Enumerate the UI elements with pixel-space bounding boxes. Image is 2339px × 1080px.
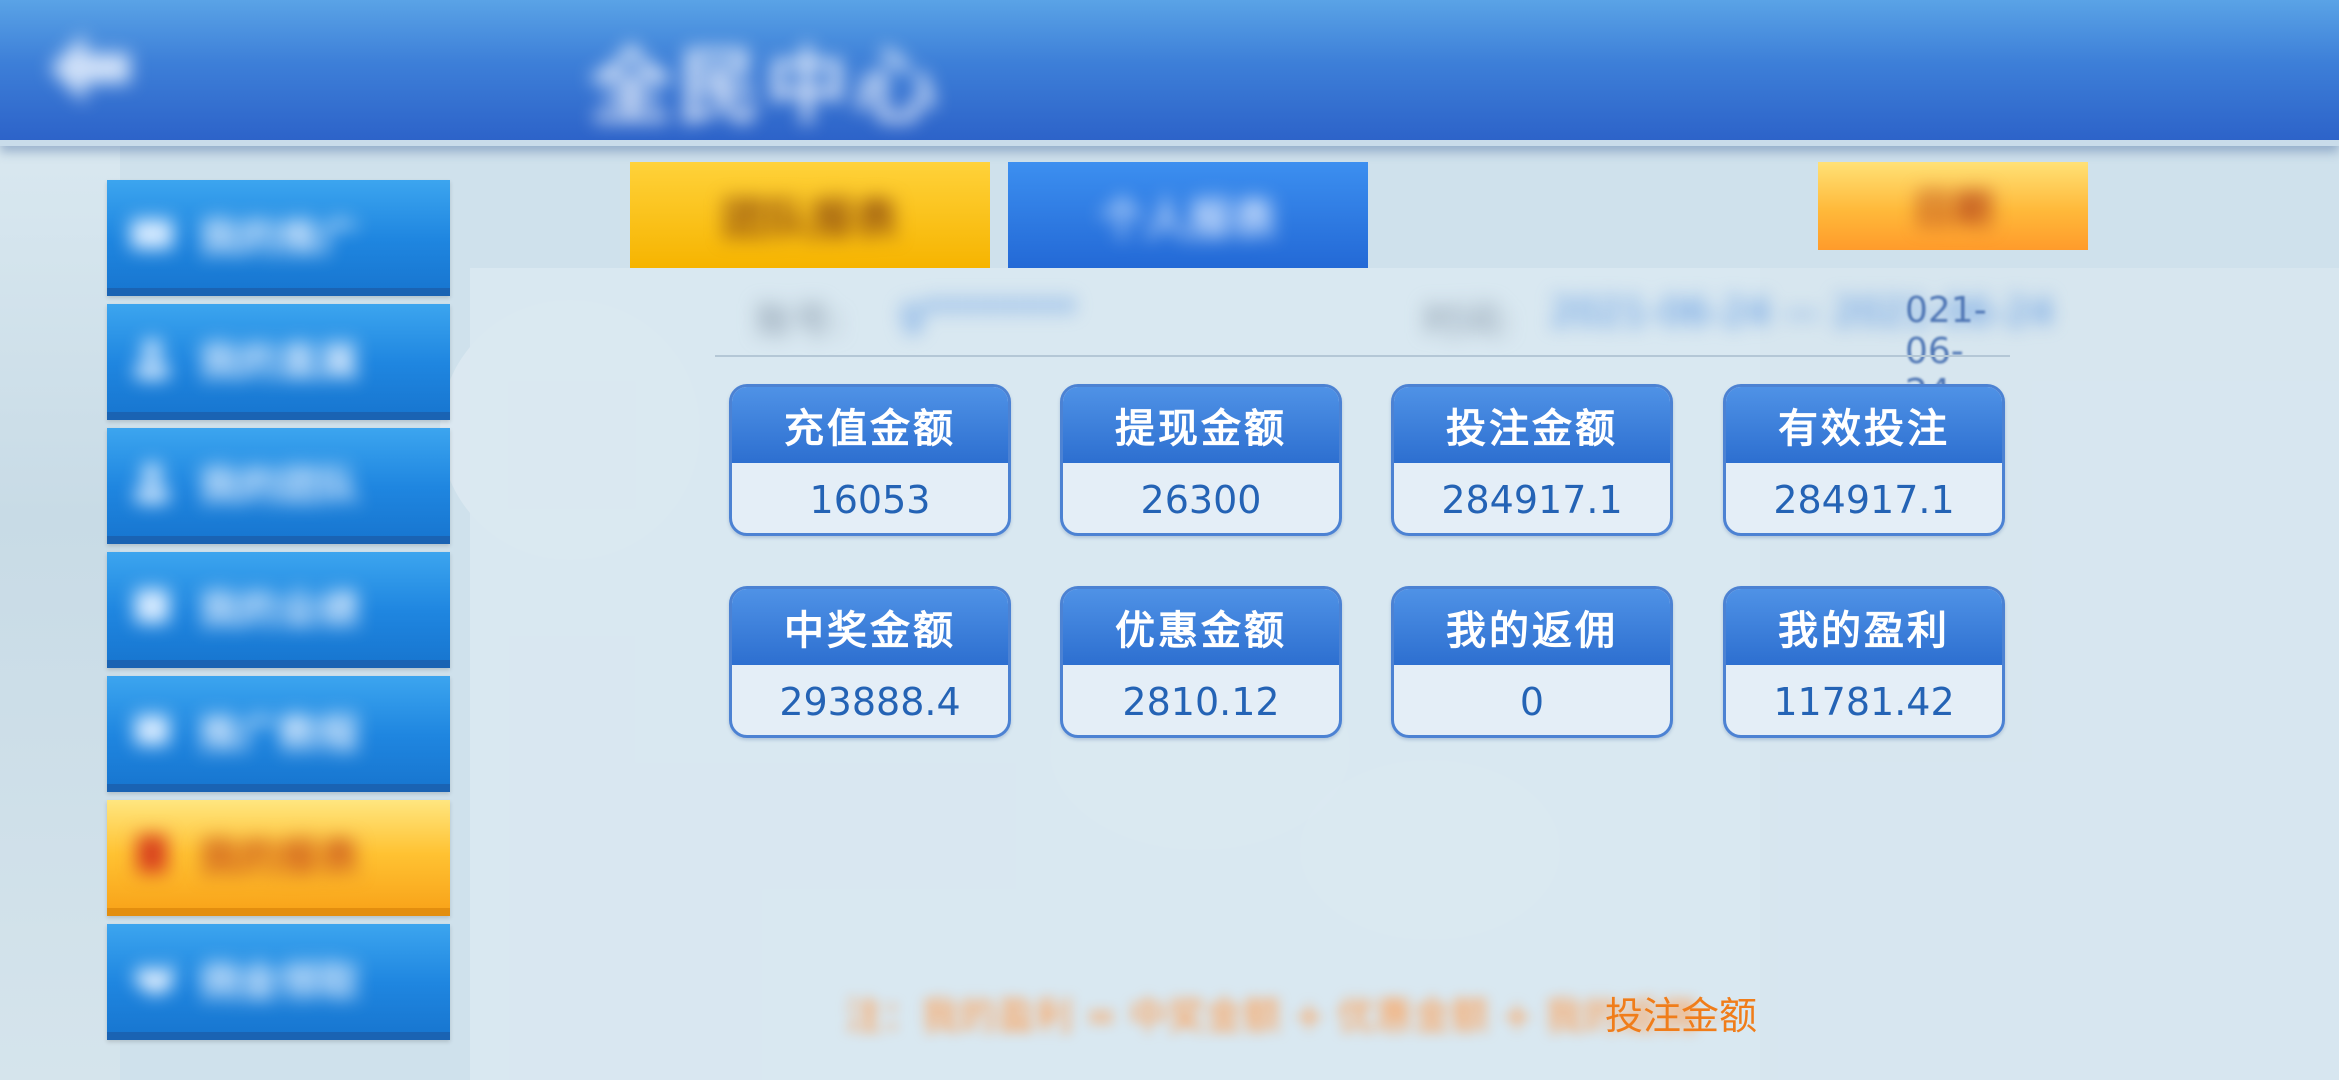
tab-label: 个人报表 — [1100, 194, 1276, 245]
chart-icon — [135, 589, 169, 623]
sidebar-item-label: 我的业绩 — [199, 587, 359, 633]
stat-card-discount: 优惠金额 2810.12 — [1060, 586, 1342, 738]
stat-value: 293888.4 — [779, 679, 961, 724]
stat-label: 我的盈利 — [1726, 589, 2002, 665]
account-value: g******** — [900, 290, 1077, 334]
stat-value: 284917.1 — [1773, 477, 1955, 522]
back-button[interactable] — [30, 18, 150, 118]
stat-card-withdraw: 提现金额 26300 — [1060, 384, 1342, 536]
stat-label: 中奖金额 — [732, 589, 1008, 665]
sidebar-item-label: 佣金领取 — [199, 959, 359, 1005]
sidebar-item-commission[interactable]: 佣金领取 — [107, 924, 450, 1040]
user-icon — [135, 339, 169, 379]
note-text-blurred: 注：我的盈利 = 中奖金额 + 优惠金额 + 我的返佣 - — [845, 994, 1723, 1038]
sidebar-item-performance[interactable]: 我的业绩 — [107, 552, 450, 668]
account-label: 账号: — [755, 299, 844, 343]
id-card-icon — [131, 219, 173, 249]
tab-personal-report[interactable]: 个人报表 — [1008, 162, 1368, 268]
stat-card-valid-bet: 有效投注 284917.1 — [1723, 384, 2005, 536]
sidebar-item-promotion[interactable]: 我的推广 — [107, 180, 450, 296]
stat-label: 有效投注 — [1726, 387, 2002, 463]
stat-card-recharge: 充值金额 16053 — [729, 384, 1011, 536]
sidebar-item-label: 我的推广 — [199, 215, 359, 261]
report-info-row: 账号: g******** 时间: 2021-06-24 — 2021-06-2… — [755, 290, 2054, 413]
stat-value: 11781.42 — [1773, 679, 1955, 724]
note-text: 投注金额 — [1605, 994, 1758, 1038]
sidebar-item-report[interactable]: 我的报表 — [107, 800, 450, 916]
stat-value: 2810.12 — [1122, 679, 1280, 724]
stat-label: 投注金额 — [1394, 387, 1670, 463]
team-icon — [135, 463, 169, 503]
report-icon — [137, 835, 167, 873]
period-label: 时间: — [1423, 299, 1512, 343]
stat-card-profit: 我的盈利 11781.42 — [1723, 586, 2005, 738]
tab-team-report[interactable]: 团队报表 — [630, 162, 990, 268]
profit-formula-note: 注：我的盈利 = 中奖金额 + 优惠金额 + 我的返佣 - 投注金额 — [845, 985, 1757, 1038]
stat-label: 提现金额 — [1063, 387, 1339, 463]
sidebar-item-label: 我的报表 — [199, 835, 359, 881]
sidebar-item-tutorial[interactable]: 推广教程 — [107, 676, 450, 792]
stat-label: 优惠金额 — [1063, 589, 1339, 665]
date-picker-button[interactable]: 日期 — [1818, 162, 2088, 250]
title-bar: 全民中心 — [0, 0, 2339, 146]
sidebar-item-label: 推广教程 — [199, 711, 359, 757]
stat-label: 我的返佣 — [1394, 589, 1670, 665]
stat-card-bet: 投注金额 284917.1 — [1391, 384, 1673, 536]
book-icon — [135, 715, 169, 745]
stat-value: 16053 — [809, 477, 931, 522]
stat-value: 26300 — [1140, 477, 1262, 522]
handshake-icon — [132, 963, 172, 995]
stat-value: 284917.1 — [1441, 477, 1623, 522]
sidebar-item-direct[interactable]: 我的直属 — [107, 304, 450, 420]
stat-label: 充值金额 — [732, 387, 1008, 463]
date-button-label: 日期 — [1913, 187, 1993, 233]
page-title: 全民中心 — [590, 40, 943, 135]
sidebar-item-team[interactable]: 我的团队 — [107, 428, 450, 544]
background-strip — [0, 140, 120, 1080]
stat-card-rebate: 我的返佣 0 — [1391, 586, 1673, 738]
back-arrow-icon — [50, 33, 130, 103]
tab-label: 团队报表 — [722, 194, 898, 245]
sidebar-item-label: 我的直属 — [199, 339, 359, 385]
stat-value: 0 — [1519, 679, 1545, 724]
divider — [715, 355, 2010, 357]
stat-card-winnings: 中奖金额 293888.4 — [729, 586, 1011, 738]
sidebar-item-label: 我的团队 — [199, 463, 359, 509]
